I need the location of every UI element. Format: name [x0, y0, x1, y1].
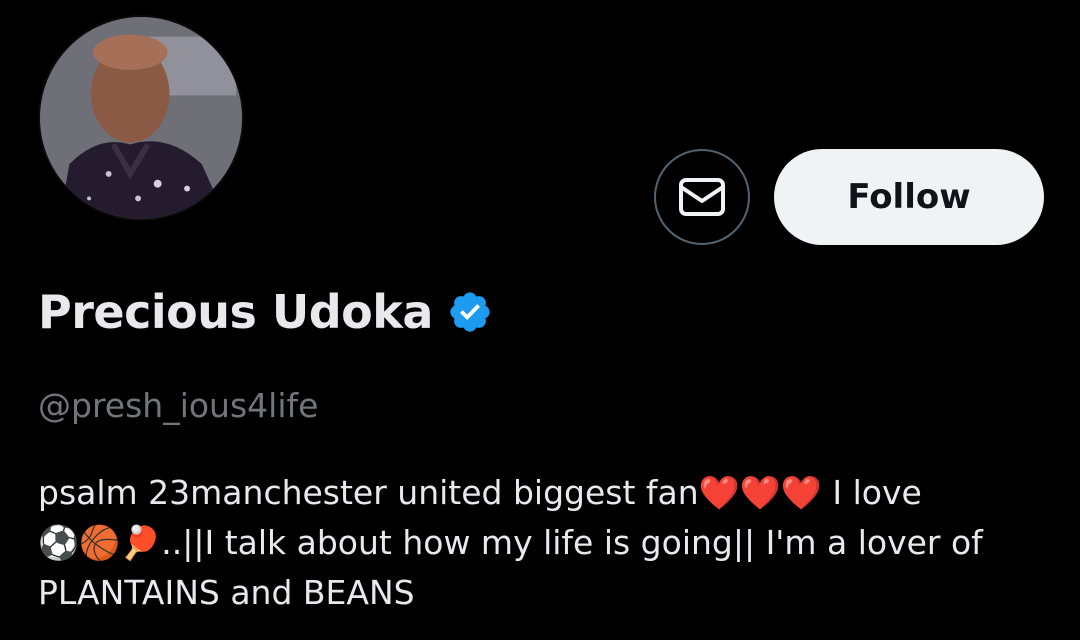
avatar[interactable]: [38, 15, 244, 221]
bio-line: psalm 23manchester united biggest fan❤️❤…: [38, 473, 922, 512]
bio-line: PLANTAINS and BEANS: [38, 573, 415, 612]
verified-badge-icon[interactable]: [447, 289, 493, 335]
follow-button[interactable]: Follow: [774, 149, 1044, 245]
display-name: Precious Udoka: [38, 285, 433, 339]
message-button[interactable]: [654, 149, 750, 245]
profile-name-row: Precious Udoka: [38, 280, 493, 344]
bio-line: ⚽🏀🏓..||I talk about how my life is going…: [38, 523, 983, 562]
avatar-photo: [40, 17, 242, 219]
profile-handle: @presh_ious4life: [38, 386, 319, 425]
profile-bio: psalm 23manchester united biggest fan❤️❤…: [38, 468, 1038, 618]
envelope-icon: [679, 178, 725, 216]
